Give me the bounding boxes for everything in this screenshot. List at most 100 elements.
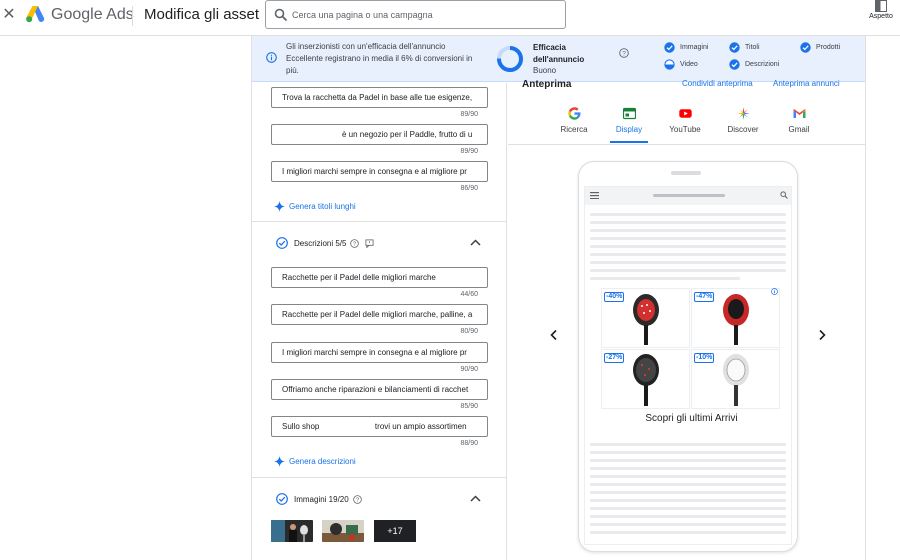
help-icon[interactable]: ?: [350, 238, 360, 248]
check-images: Immagini: [664, 42, 708, 53]
chevron-right-icon[interactable]: [816, 329, 828, 341]
char-count: 44/60: [460, 291, 478, 298]
phone-mockup: -40% -47% -27% -10% Scopri gli ultimi Ar…: [578, 161, 798, 552]
image-thumbnail[interactable]: [322, 520, 364, 542]
youtube-icon: [678, 109, 692, 118]
tab-search[interactable]: Ricerca: [549, 107, 599, 134]
ad-caption: Scopri gli ultimi Arrivi: [645, 413, 738, 424]
sparkle-icon: [274, 456, 285, 467]
check-descriptions: Descrizioni: [729, 59, 779, 70]
check-circle-icon: [800, 42, 811, 53]
ad-preview-link[interactable]: Anteprima annunci: [773, 79, 840, 88]
generate-long-headlines-button[interactable]: Genera titoli lunghi: [274, 201, 356, 212]
tab-label: Discover: [727, 125, 759, 134]
more-images-button[interactable]: +17: [374, 520, 416, 542]
check-label: Immagini: [680, 44, 709, 51]
help-icon[interactable]: ?: [619, 48, 629, 58]
ad-product-cell[interactable]: -47%: [691, 288, 780, 348]
char-count: 85/90: [460, 403, 478, 410]
effectiveness-status: Buono: [533, 66, 557, 75]
effectiveness-title: Efficacia dell'annuncio: [533, 43, 585, 64]
check-circle-icon: [664, 42, 675, 53]
appearance-label: Aspetto: [869, 13, 893, 20]
placeholder-line: [590, 237, 786, 240]
char-count: 86/90: [460, 185, 478, 192]
search-icon: [274, 8, 288, 22]
placeholder-line: [590, 515, 786, 518]
preview-title: Anteprima: [522, 79, 572, 90]
check-label: Descrizioni: [745, 61, 780, 68]
tab-label: Display: [615, 125, 643, 134]
generate-label: Genera descrizioni: [289, 457, 356, 466]
search-box[interactable]: [265, 0, 566, 29]
address-bar: [653, 194, 725, 197]
tab-display[interactable]: Display: [604, 107, 654, 134]
tab-label: YouTube: [669, 125, 701, 134]
menu-icon: [590, 192, 599, 199]
placeholder-line: [590, 499, 786, 502]
display-ad[interactable]: -40% -47% -27% -10%: [601, 288, 782, 410]
chevron-left-icon[interactable]: [548, 329, 560, 341]
share-preview-link[interactable]: Condividi anteprima: [682, 79, 753, 88]
description-field[interactable]: Offriamo anche riparazioni e bilanciamen…: [271, 379, 488, 400]
close-icon[interactable]: ✕: [2, 7, 16, 23]
tabs-divider: [508, 144, 865, 145]
check-label: Video: [680, 61, 698, 68]
ad-info-icon[interactable]: [771, 288, 778, 295]
display-icon: [622, 107, 636, 120]
gmail-icon: [793, 109, 805, 118]
search-input[interactable]: [292, 5, 560, 25]
discount-badge: -10%: [694, 353, 715, 363]
google-g-icon: [567, 107, 580, 120]
half-circle-icon: [664, 59, 675, 70]
char-count: 80/90: [460, 328, 478, 335]
placeholder-line: [590, 213, 786, 216]
tab-label: Gmail: [788, 125, 810, 134]
description-field[interactable]: I migliori marchi sempre in consegna e a…: [271, 342, 488, 363]
tab-youtube[interactable]: YouTube: [660, 107, 710, 134]
feedback-icon[interactable]: [365, 238, 374, 248]
section-title: Immagini 19/20: [294, 494, 349, 504]
appearance-button[interactable]: Aspetto: [864, 0, 898, 26]
description-field[interactable]: Racchette per il Padel delle migliori ma…: [271, 304, 488, 325]
description-field[interactable]: Racchette per il Padel delle migliori ma…: [271, 267, 488, 288]
section-title: Descrizioni 5/5: [294, 238, 347, 248]
placeholder-line: [590, 467, 786, 470]
placeholder-line: [590, 491, 786, 494]
image-thumbnail[interactable]: [271, 520, 313, 542]
long-headline-field[interactable]: I migliori marchi sempre in consegna e a…: [271, 161, 488, 182]
description-field[interactable]: Sullo shop trovi un ampio assortimen: [271, 416, 488, 437]
long-headline-field[interactable]: è un negozio per il Paddle, frutto di u: [271, 124, 488, 145]
placeholder-line: [590, 253, 786, 256]
placeholder-line: [590, 277, 740, 280]
page-title: Modifica gli asset: [144, 6, 260, 23]
long-headline-field[interactable]: Trova la racchetta da Padel in base alle…: [271, 87, 488, 108]
generate-label: Genera titoli lunghi: [289, 202, 356, 211]
active-tab-indicator: [610, 141, 648, 143]
descriptions-section-header[interactable]: Descrizioni 5/5 ?: [276, 237, 374, 249]
discount-badge: -47%: [694, 292, 715, 302]
tab-gmail[interactable]: Gmail: [774, 107, 824, 134]
ad-product-cell[interactable]: -27%: [601, 349, 690, 409]
chevron-up-icon[interactable]: [470, 495, 481, 502]
chevron-up-icon[interactable]: [470, 239, 481, 246]
placeholder-line: [590, 459, 786, 462]
placeholder-line: [590, 261, 786, 264]
images-section-header[interactable]: Immagini 19/20 ?: [276, 493, 362, 505]
placeholder-line: [590, 507, 786, 510]
info-icon: [266, 52, 277, 63]
check-label: Titoli: [745, 44, 760, 51]
placeholder-line: [590, 245, 786, 248]
tab-discover[interactable]: Discover: [718, 107, 768, 134]
google-ads-logo: [25, 6, 45, 23]
check-headlines: Titoli: [729, 42, 760, 53]
generate-descriptions-button[interactable]: Genera descrizioni: [274, 456, 356, 467]
ad-product-cell[interactable]: -40%: [601, 288, 690, 348]
check-circle-outline-icon: [276, 237, 288, 249]
char-count: 89/90: [460, 148, 478, 155]
svg-text:?: ?: [622, 50, 626, 57]
help-icon[interactable]: ?: [352, 494, 362, 504]
ad-product-cell[interactable]: -10%: [691, 349, 780, 409]
check-products: Prodotti: [800, 42, 840, 53]
placeholder-line: [590, 443, 786, 446]
